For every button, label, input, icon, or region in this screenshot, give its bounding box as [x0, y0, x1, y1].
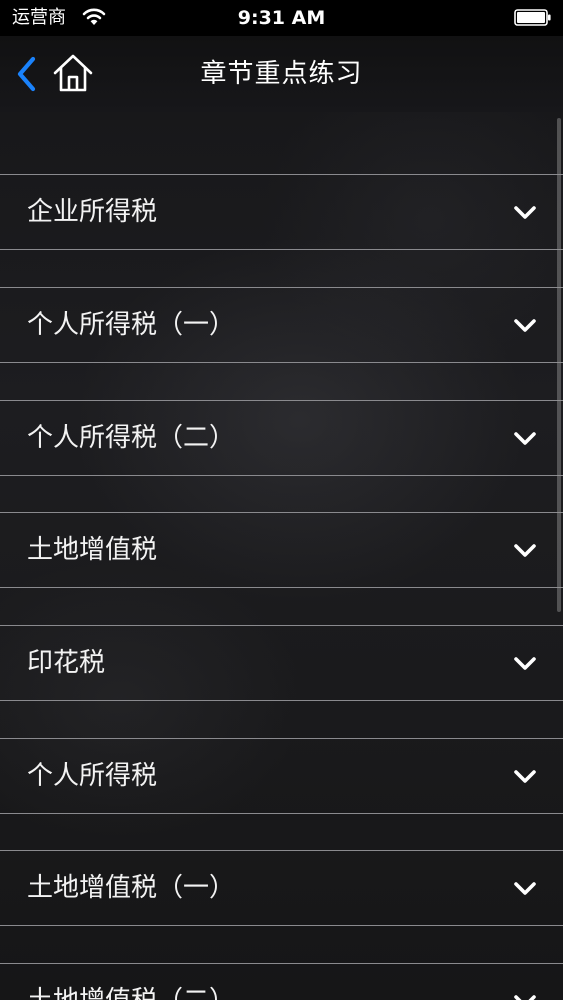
list-item[interactable]: 土地增值税（二） [0, 963, 563, 1000]
home-button[interactable] [50, 50, 96, 96]
battery-icon [514, 9, 551, 26]
chevron-down-icon[interactable] [513, 992, 537, 1000]
chevron-down-icon[interactable] [513, 429, 537, 447]
list-item[interactable]: 企业所得税 [0, 174, 563, 250]
list-item-label: 个人所得税（二） [27, 423, 236, 453]
list-item-label: 个人所得税 [27, 761, 158, 791]
list-item-label: 印花税 [27, 648, 106, 678]
page-title: 章节重点练习 [200, 59, 363, 89]
chevron-down-icon[interactable] [513, 767, 537, 785]
list-item-label: 土地增值税 [27, 535, 158, 565]
list-item-label: 个人所得税（一） [27, 310, 236, 340]
chevron-down-icon[interactable] [513, 316, 537, 334]
status-bar: 运营商 9:31 AM [0, 0, 563, 36]
chevron-left-icon [17, 56, 36, 92]
list-item[interactable]: 个人所得税（二） [0, 400, 563, 476]
clock: 9:31 AM [237, 7, 326, 29]
list-item[interactable]: 土地增值税 [0, 512, 563, 588]
back-button[interactable] [8, 54, 44, 94]
list-item-label: 企业所得税 [27, 197, 158, 227]
chevron-down-icon[interactable] [513, 541, 537, 559]
list-item-label: 土地增值税（一） [27, 873, 236, 903]
chevron-down-icon[interactable] [513, 654, 537, 672]
home-icon [53, 54, 93, 92]
chevron-down-icon[interactable] [513, 879, 537, 897]
list-item[interactable]: 土地增值税（一） [0, 850, 563, 926]
list-item[interactable]: 个人所得税（一） [0, 287, 563, 363]
chevron-down-icon[interactable] [513, 203, 537, 221]
list-item[interactable]: 印花税 [0, 625, 563, 701]
navigation-bar: 章节重点练习 [0, 36, 563, 112]
scrollbar[interactable] [557, 118, 561, 612]
chapter-list: 企业所得税 个人所得税（一） 个人所得税（二） 土地增值税 印花税 个人所得税 [0, 112, 563, 1000]
list-item-label: 土地增值税（二） [27, 984, 235, 1000]
list-item[interactable]: 个人所得税 [0, 738, 563, 814]
